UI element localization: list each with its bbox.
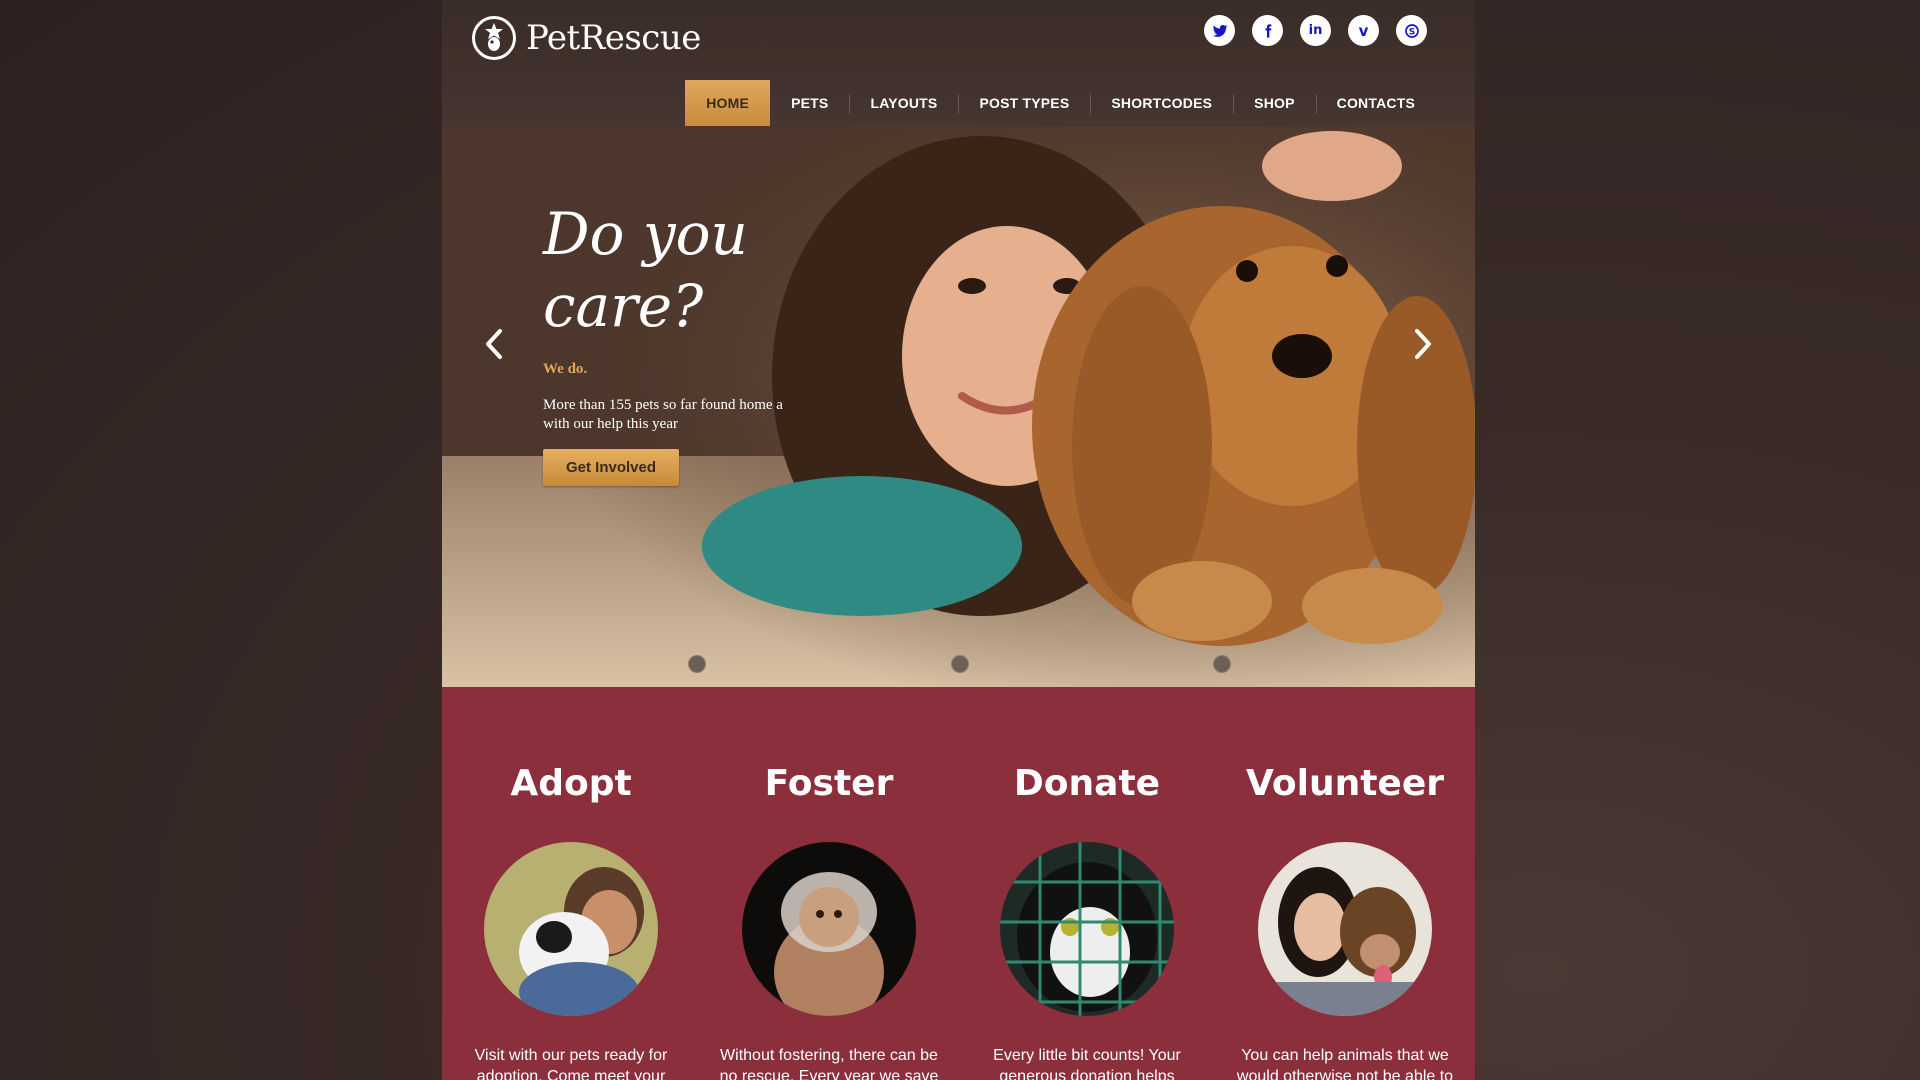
svg-text:S: S [1408, 27, 1414, 37]
brand-name: PetRescue [526, 18, 701, 58]
chevron-left-icon[interactable] [480, 319, 510, 369]
slide-dot-3[interactable] [1213, 655, 1231, 673]
page: PetRescue in v S HOME PETS LAYOUTS POST … [442, 0, 1475, 1080]
vimeo-icon[interactable]: v [1348, 15, 1379, 46]
nav-item-post-types[interactable]: POST TYPES [958, 80, 1090, 126]
service-title: Donate [1013, 763, 1161, 804]
slide-dot-2[interactable] [951, 655, 969, 673]
social-links: in v S [1204, 15, 1427, 46]
skype-icon[interactable]: S [1396, 15, 1427, 46]
foster-image[interactable] [742, 842, 916, 1016]
service-title: Volunteer [1245, 763, 1445, 804]
hero-slider: Do you care? We do. More than 155 pets s… [442, 126, 1475, 687]
hero-title: Do you care? [543, 200, 748, 340]
logo[interactable]: PetRescue [472, 16, 701, 60]
nav-item-shop[interactable]: SHOP [1233, 80, 1315, 126]
service-text: Without fostering, there can be no rescu… [719, 1047, 939, 1080]
services-section: Adopt Visit with our pets ready for adop… [442, 687, 1475, 1080]
facebook-icon[interactable] [1252, 15, 1283, 46]
nav-item-pets[interactable]: PETS [770, 80, 849, 126]
service-title: Adopt [510, 763, 632, 804]
hero-subtitle: We do. [543, 361, 588, 377]
site-header: PetRescue in v S HOME PETS LAYOUTS POST … [442, 0, 1475, 126]
service-text: Every little bit counts! Your generous d… [993, 1047, 1181, 1080]
paw-star-icon [472, 16, 516, 60]
slide-dot-1[interactable] [688, 655, 706, 673]
nav-item-home[interactable]: HOME [685, 80, 771, 126]
hero-description: More than 155 pets so far found home a w… [543, 397, 783, 432]
nav-item-shortcodes[interactable]: SHORTCODES [1090, 80, 1233, 126]
service-text: Visit with our pets ready for adoption. … [474, 1047, 668, 1080]
nav-item-layouts[interactable]: LAYOUTS [849, 80, 958, 126]
donate-image[interactable] [1000, 842, 1174, 1016]
nav-item-contacts[interactable]: CONTACTS [1315, 80, 1436, 126]
twitter-icon[interactable] [1204, 15, 1235, 46]
adopt-image[interactable] [484, 842, 658, 1016]
linkedin-icon[interactable]: in [1300, 15, 1331, 46]
service-text: You can help animals that we would other… [1236, 1047, 1454, 1080]
volunteer-image[interactable] [1258, 842, 1432, 1016]
service-title: Foster [764, 763, 894, 804]
chevron-right-icon[interactable] [1407, 319, 1437, 369]
get-involved-button[interactable]: Get Involved [543, 449, 679, 486]
main-nav: HOME PETS LAYOUTS POST TYPES SHORTCODES … [685, 80, 1436, 126]
